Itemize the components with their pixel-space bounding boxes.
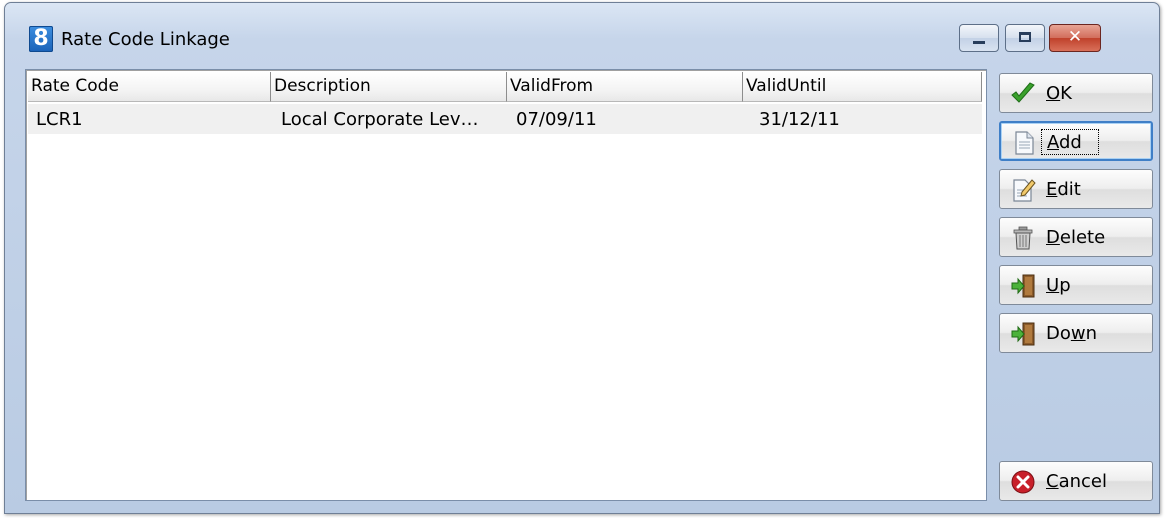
up-accel: U: [1046, 275, 1060, 296]
column-header-valid-until[interactable]: ValidUntil: [743, 72, 982, 102]
column-header-valid-from[interactable]: ValidFrom: [507, 72, 743, 102]
down-accel: w: [1070, 323, 1086, 344]
minimize-icon: [973, 41, 985, 44]
cell-rate-code: LCR1: [36, 109, 83, 130]
down-label-post: n: [1085, 323, 1098, 344]
cell-valid-until: 31/12/11: [759, 109, 840, 130]
cancel-button[interactable]: Cancel: [999, 461, 1153, 501]
ok-accel: O: [1046, 83, 1061, 104]
close-icon: ✕: [1067, 27, 1083, 47]
delete-accel: D: [1046, 227, 1060, 248]
edit-accel: E: [1046, 179, 1058, 200]
ok-button[interactable]: OK: [999, 73, 1153, 113]
document-icon: [1015, 131, 1034, 155]
up-label-rest: p: [1059, 275, 1071, 296]
add-label-rest: dd: [1059, 132, 1082, 153]
cancel-accel: C: [1046, 471, 1059, 492]
down-button[interactable]: Down: [999, 313, 1153, 353]
checkmark-icon: [1011, 82, 1035, 103]
window-title: Rate Code Linkage: [61, 29, 230, 50]
rate-code-list[interactable]: Rate Code Description ValidFrom ValidUnt…: [25, 69, 987, 501]
add-button[interactable]: Add: [999, 121, 1153, 161]
cell-description: Local Corporate Lev…: [281, 109, 479, 130]
door-arrow-icon: [1011, 274, 1035, 298]
down-label-pre: Do: [1046, 323, 1071, 344]
app-icon: 8: [29, 26, 53, 52]
edit-label-rest: dit: [1057, 179, 1081, 200]
close-button[interactable]: ✕: [1049, 24, 1101, 52]
title-bar[interactable]: 8 Rate Code Linkage ✕: [5, 3, 1159, 63]
list-row[interactable]: LCR1 Local Corporate Lev… 07/09/11 31/12…: [28, 104, 982, 134]
minimize-button[interactable]: [959, 24, 999, 52]
rate-code-linkage-window: 8 Rate Code Linkage ✕ Rate Code Descript…: [4, 2, 1160, 514]
column-header-description[interactable]: Description: [271, 72, 507, 102]
door-arrow-icon: [1011, 322, 1035, 346]
edit-document-icon: [1013, 179, 1036, 202]
up-button[interactable]: Up: [999, 265, 1153, 305]
trash-icon: [1013, 226, 1033, 250]
maximize-icon: [1019, 32, 1031, 42]
cell-valid-from: 07/09/11: [516, 109, 597, 130]
delete-label-rest: elete: [1059, 227, 1106, 248]
ok-label-rest: K: [1060, 83, 1072, 104]
delete-button[interactable]: Delete: [999, 217, 1153, 257]
edit-button[interactable]: Edit: [999, 169, 1153, 209]
cancel-label-rest: ancel: [1058, 471, 1107, 492]
maximize-button[interactable]: [1005, 24, 1045, 52]
column-header-rate-code[interactable]: Rate Code: [28, 72, 271, 102]
cancel-icon: [1011, 470, 1035, 494]
add-accel: A: [1047, 132, 1059, 153]
